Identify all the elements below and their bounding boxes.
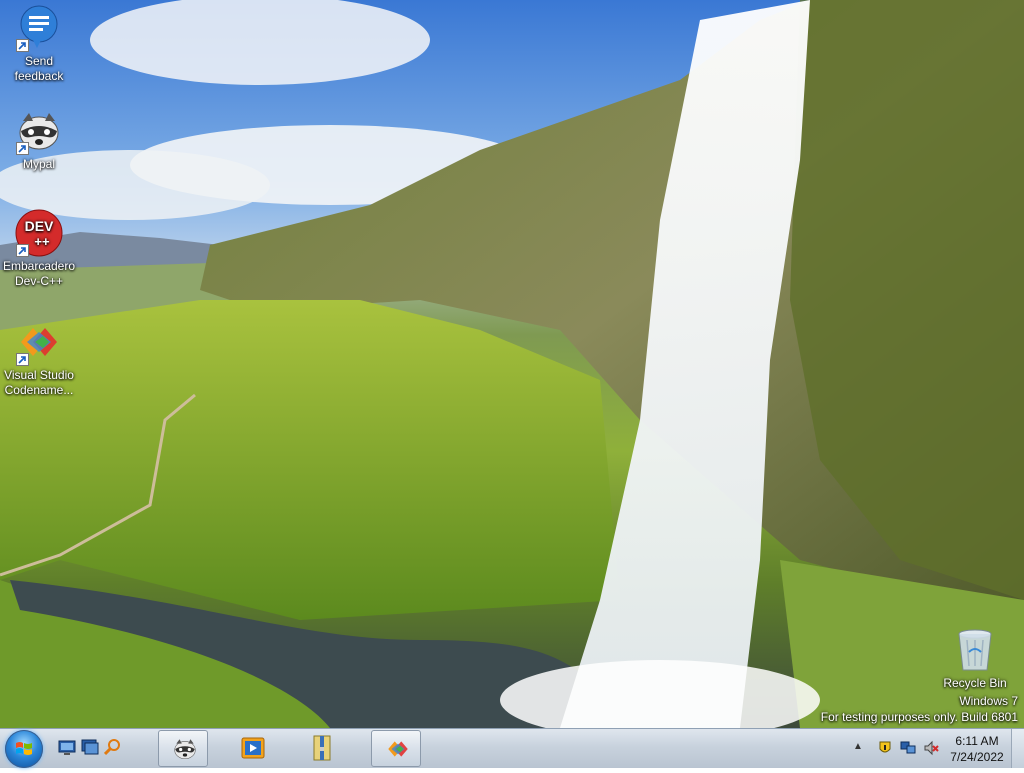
shortcut-arrow-icon xyxy=(16,353,29,366)
dev-cpp-icon: DEV ++ xyxy=(15,209,63,257)
windows-watermark: Windows 7 For testing purposes only. Bui… xyxy=(821,693,1018,725)
shortcut-arrow-icon xyxy=(16,39,29,52)
desktop-icon-label: Embarcadero xyxy=(2,259,76,273)
show-desktop-icon[interactable] xyxy=(58,738,76,756)
desktop-icon-label: feedback xyxy=(14,69,64,83)
taskbar-button-media-player[interactable] xyxy=(227,730,277,767)
visual-studio-icon xyxy=(15,318,63,366)
shortcut-arrow-icon xyxy=(16,244,29,257)
watermark-edition: Windows 7 xyxy=(959,694,1018,708)
taskbar-clock[interactable]: 6:11 AM 7/24/2022 xyxy=(942,733,1012,765)
taskbar-button-mypal[interactable] xyxy=(158,730,208,767)
desktop-icon-label: Recycle Bin xyxy=(943,676,1007,690)
desktop-icon-label: Send xyxy=(24,54,54,68)
wallpaper xyxy=(0,0,1024,728)
windows-logo-icon xyxy=(16,742,32,755)
taskbar: ▲ 6:11 AM 7/24/2022 xyxy=(0,728,1024,768)
desktop-icon-label: Visual Studio xyxy=(4,368,74,382)
network-icon[interactable] xyxy=(900,740,916,756)
visual-studio-icon xyxy=(385,736,411,762)
desktop-icon-send-feedback[interactable]: Send feedback xyxy=(1,4,77,84)
clock-time: 6:11 AM xyxy=(955,734,999,748)
taskbar-button-archive[interactable] xyxy=(296,730,346,767)
desktop-icon-dev-cpp[interactable]: DEV ++ Embarcadero Dev-C++ xyxy=(1,209,77,289)
action-center-icon[interactable] xyxy=(877,740,893,756)
desktop-icon-label: Mypal xyxy=(22,157,55,171)
desktop[interactable]: Send feedback Mypal DEV ++ Embarcadero D… xyxy=(0,0,1024,728)
start-button[interactable] xyxy=(5,730,43,768)
desktop-icon-visual-studio[interactable]: Visual Studio Codename... xyxy=(1,318,77,398)
volume-muted-icon[interactable] xyxy=(923,740,939,756)
desktop-icon-label: Dev-C++ xyxy=(14,274,64,288)
watermark-build: For testing purposes only. Build 6801 xyxy=(820,710,1018,724)
media-player-icon xyxy=(240,735,266,761)
archive-icon xyxy=(309,735,335,761)
dev-cpp-badge-plus: ++ xyxy=(34,234,50,249)
search-icon[interactable] xyxy=(103,738,122,756)
desktop-icon-recycle-bin[interactable]: Recycle Bin xyxy=(937,626,1013,691)
feedback-icon xyxy=(15,4,63,52)
desktop-icon-mypal[interactable]: Mypal xyxy=(1,107,77,172)
clock-date: 7/24/2022 xyxy=(950,750,1004,764)
shortcut-arrow-icon xyxy=(16,142,29,155)
mypal-icon xyxy=(172,736,198,762)
show-hidden-icons-button[interactable]: ▲ xyxy=(853,741,863,752)
taskbar-button-visual-studio[interactable] xyxy=(371,730,421,767)
recycle-bin-icon xyxy=(951,626,999,674)
dev-cpp-badge-text: DEV xyxy=(25,218,54,234)
desktop-icon-label: Codename... xyxy=(4,383,74,397)
switch-windows-icon[interactable] xyxy=(81,738,99,756)
show-desktop-button[interactable] xyxy=(1011,729,1024,768)
raccoon-icon xyxy=(15,107,63,155)
